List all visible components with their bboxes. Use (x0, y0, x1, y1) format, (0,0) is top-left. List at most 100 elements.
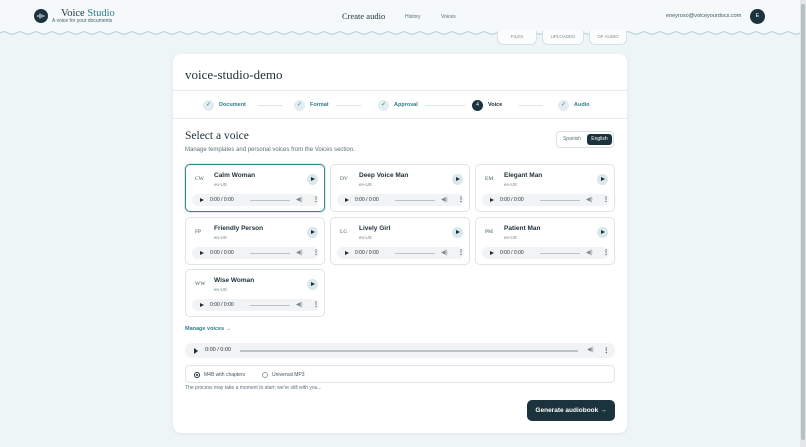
section-title: Select a voice (185, 130, 249, 142)
volume-icon[interactable]: ◀) (296, 301, 303, 308)
play-icon[interactable] (490, 197, 494, 202)
voice-card-wise-woman[interactable]: WW Wise Woman en-US 0:00 / 0:00 ◀) ⋮ (185, 269, 325, 317)
step-document[interactable]: ✓ Document (203, 99, 246, 111)
step-label: Document (219, 102, 246, 108)
more-vertical-icon[interactable]: ⋮ (603, 249, 609, 256)
voice-name: Friendly Person (214, 225, 264, 232)
voice-card-deep-voice-man[interactable]: DV Deep Voice Man en-US 0:00 / 0:00 ◀) ⋮ (330, 164, 470, 212)
more-vertical-icon[interactable]: ⋮ (603, 346, 610, 354)
play-icon[interactable] (200, 197, 204, 202)
voice-initials: DV (340, 176, 348, 182)
voice-card-lively-girl[interactable]: LG Lively Girl en-US 0:00 / 0:00 ◀) ⋮ (330, 217, 470, 265)
step-connector (519, 105, 543, 106)
audio-seek-bar[interactable] (395, 199, 435, 201)
voice-card-patient-man[interactable]: PM Patient Man en-US 0:00 / 0:00 ◀) ⋮ (475, 217, 615, 265)
step-audio[interactable]: ✓ Audio (558, 99, 590, 111)
volume-icon[interactable]: ◀) (441, 249, 448, 256)
audio-seek-bar[interactable] (250, 304, 290, 306)
voice-initials: WW (195, 281, 206, 287)
audio-time: 0:00 / 0:00 (210, 250, 234, 256)
voice-initials: LG (340, 229, 348, 235)
play-icon[interactable] (345, 250, 349, 255)
voice-language: en-US (359, 182, 372, 187)
play-icon[interactable] (597, 227, 608, 238)
voice-initials: CW (195, 176, 204, 182)
audio-player: 0:00 / 0:00 ◀) ⋮ (482, 247, 609, 259)
volume-icon[interactable]: ◀) (586, 196, 593, 203)
language-toggle: Spanish English (556, 131, 614, 148)
nav-history[interactable]: History (405, 14, 421, 20)
voice-name: Calm Woman (214, 172, 256, 179)
volume-icon[interactable]: ◀) (296, 196, 303, 203)
more-vertical-icon[interactable]: ⋮ (603, 196, 609, 203)
voice-language: en-US (214, 235, 227, 240)
header-wave-divider (0, 31, 800, 35)
manage-voices-link[interactable]: Manage voices → (185, 326, 231, 332)
more-vertical-icon[interactable]: ⋮ (458, 249, 464, 256)
voice-card-elegant-man[interactable]: EM Elegant Man en-US 0:00 / 0:00 ◀) ⋮ (475, 164, 615, 212)
voice-card-calm-woman[interactable]: CW Calm Woman en-US 0:00 / 0:00 ◀) ⋮ (185, 164, 325, 212)
divider (173, 90, 627, 91)
voice-language: en-US (504, 182, 517, 187)
check-icon: ✓ (558, 99, 569, 111)
step-format[interactable]: ✓ Format (294, 99, 329, 111)
generate-audiobook-button[interactable]: Generate audiobook → (527, 400, 615, 421)
more-vertical-icon[interactable]: ⋮ (313, 301, 319, 308)
play-icon[interactable] (194, 347, 198, 354)
section-subtitle: Manage templates and personal voices fro… (185, 147, 355, 153)
step-approval[interactable]: ✓ Approval (378, 99, 418, 111)
volume-icon[interactable]: ◀) (296, 249, 303, 256)
voice-name: Elegant Man (504, 172, 543, 179)
play-icon[interactable] (200, 250, 204, 255)
volume-icon[interactable]: ◀) (586, 249, 593, 256)
audio-seek-bar[interactable] (240, 350, 578, 352)
volume-icon[interactable]: ◀) (587, 346, 594, 353)
audio-seek-bar[interactable] (250, 252, 290, 254)
check-icon: ✓ (294, 99, 305, 111)
nav-create-audio[interactable]: Create audio (342, 11, 385, 21)
more-vertical-icon[interactable]: ⋮ (313, 249, 319, 256)
audio-seek-bar[interactable] (540, 252, 580, 254)
waveform-icon[interactable] (34, 9, 48, 23)
language-english-button[interactable]: English (587, 134, 612, 145)
format-mp3-label[interactable]: Universal MP3 (272, 372, 305, 378)
play-icon[interactable] (307, 279, 318, 290)
format-selector: M4B with chapters Universal MP3 (185, 365, 615, 383)
voice-card-friendly-person[interactable]: FP Friendly Person en-US 0:00 / 0:00 ◀) … (185, 217, 325, 265)
play-icon[interactable] (490, 250, 494, 255)
nav-voices[interactable]: Voices (441, 14, 456, 20)
brand-tagline: A voice for your documents (52, 18, 113, 24)
audio-player: 0:00 / 0:00 ◀) ⋮ (192, 247, 319, 259)
main-card: voice-studio-demo ✓ Document ✓ Format ✓ … (173, 54, 627, 433)
audio-player: 0:00 / 0:00 ◀) ⋮ (482, 194, 609, 206)
audio-player: 0:00 / 0:00 ◀) ⋮ (192, 299, 319, 311)
voice-name: Lively Girl (359, 225, 391, 232)
play-icon[interactable] (452, 174, 463, 185)
step-voice[interactable]: 4 Voice (472, 99, 502, 111)
more-vertical-icon[interactable]: ⋮ (458, 196, 464, 203)
audio-time: 0:00 / 0:00 (210, 302, 234, 308)
format-mp3-radio[interactable] (262, 371, 268, 378)
play-icon[interactable] (307, 174, 318, 185)
format-m4b-label[interactable]: M4B with chapters (204, 372, 245, 378)
language-spanish-button[interactable]: Spanish (559, 134, 585, 145)
audio-time: 0:00 / 0:00 (355, 197, 379, 203)
project-title: voice-studio-demo (185, 67, 283, 82)
audio-seek-bar[interactable] (540, 199, 580, 201)
voice-language: en-US (214, 287, 227, 292)
avatar[interactable]: E (750, 9, 765, 24)
play-icon[interactable] (597, 174, 608, 185)
scrollbar[interactable] (800, 0, 806, 447)
audio-seek-bar[interactable] (395, 252, 435, 254)
play-icon[interactable] (200, 302, 204, 307)
format-m4b-radio[interactable] (194, 371, 200, 378)
play-icon[interactable] (345, 197, 349, 202)
volume-icon[interactable]: ◀) (441, 196, 448, 203)
more-vertical-icon[interactable]: ⋮ (313, 196, 319, 203)
play-icon[interactable] (307, 227, 318, 238)
play-icon[interactable] (452, 227, 463, 238)
audio-seek-bar[interactable] (250, 199, 290, 201)
scroll-thumb[interactable] (801, 4, 805, 440)
audio-player: 0:00 / 0:00 ◀) ⋮ (337, 247, 464, 259)
voice-initials: FP (195, 229, 202, 235)
